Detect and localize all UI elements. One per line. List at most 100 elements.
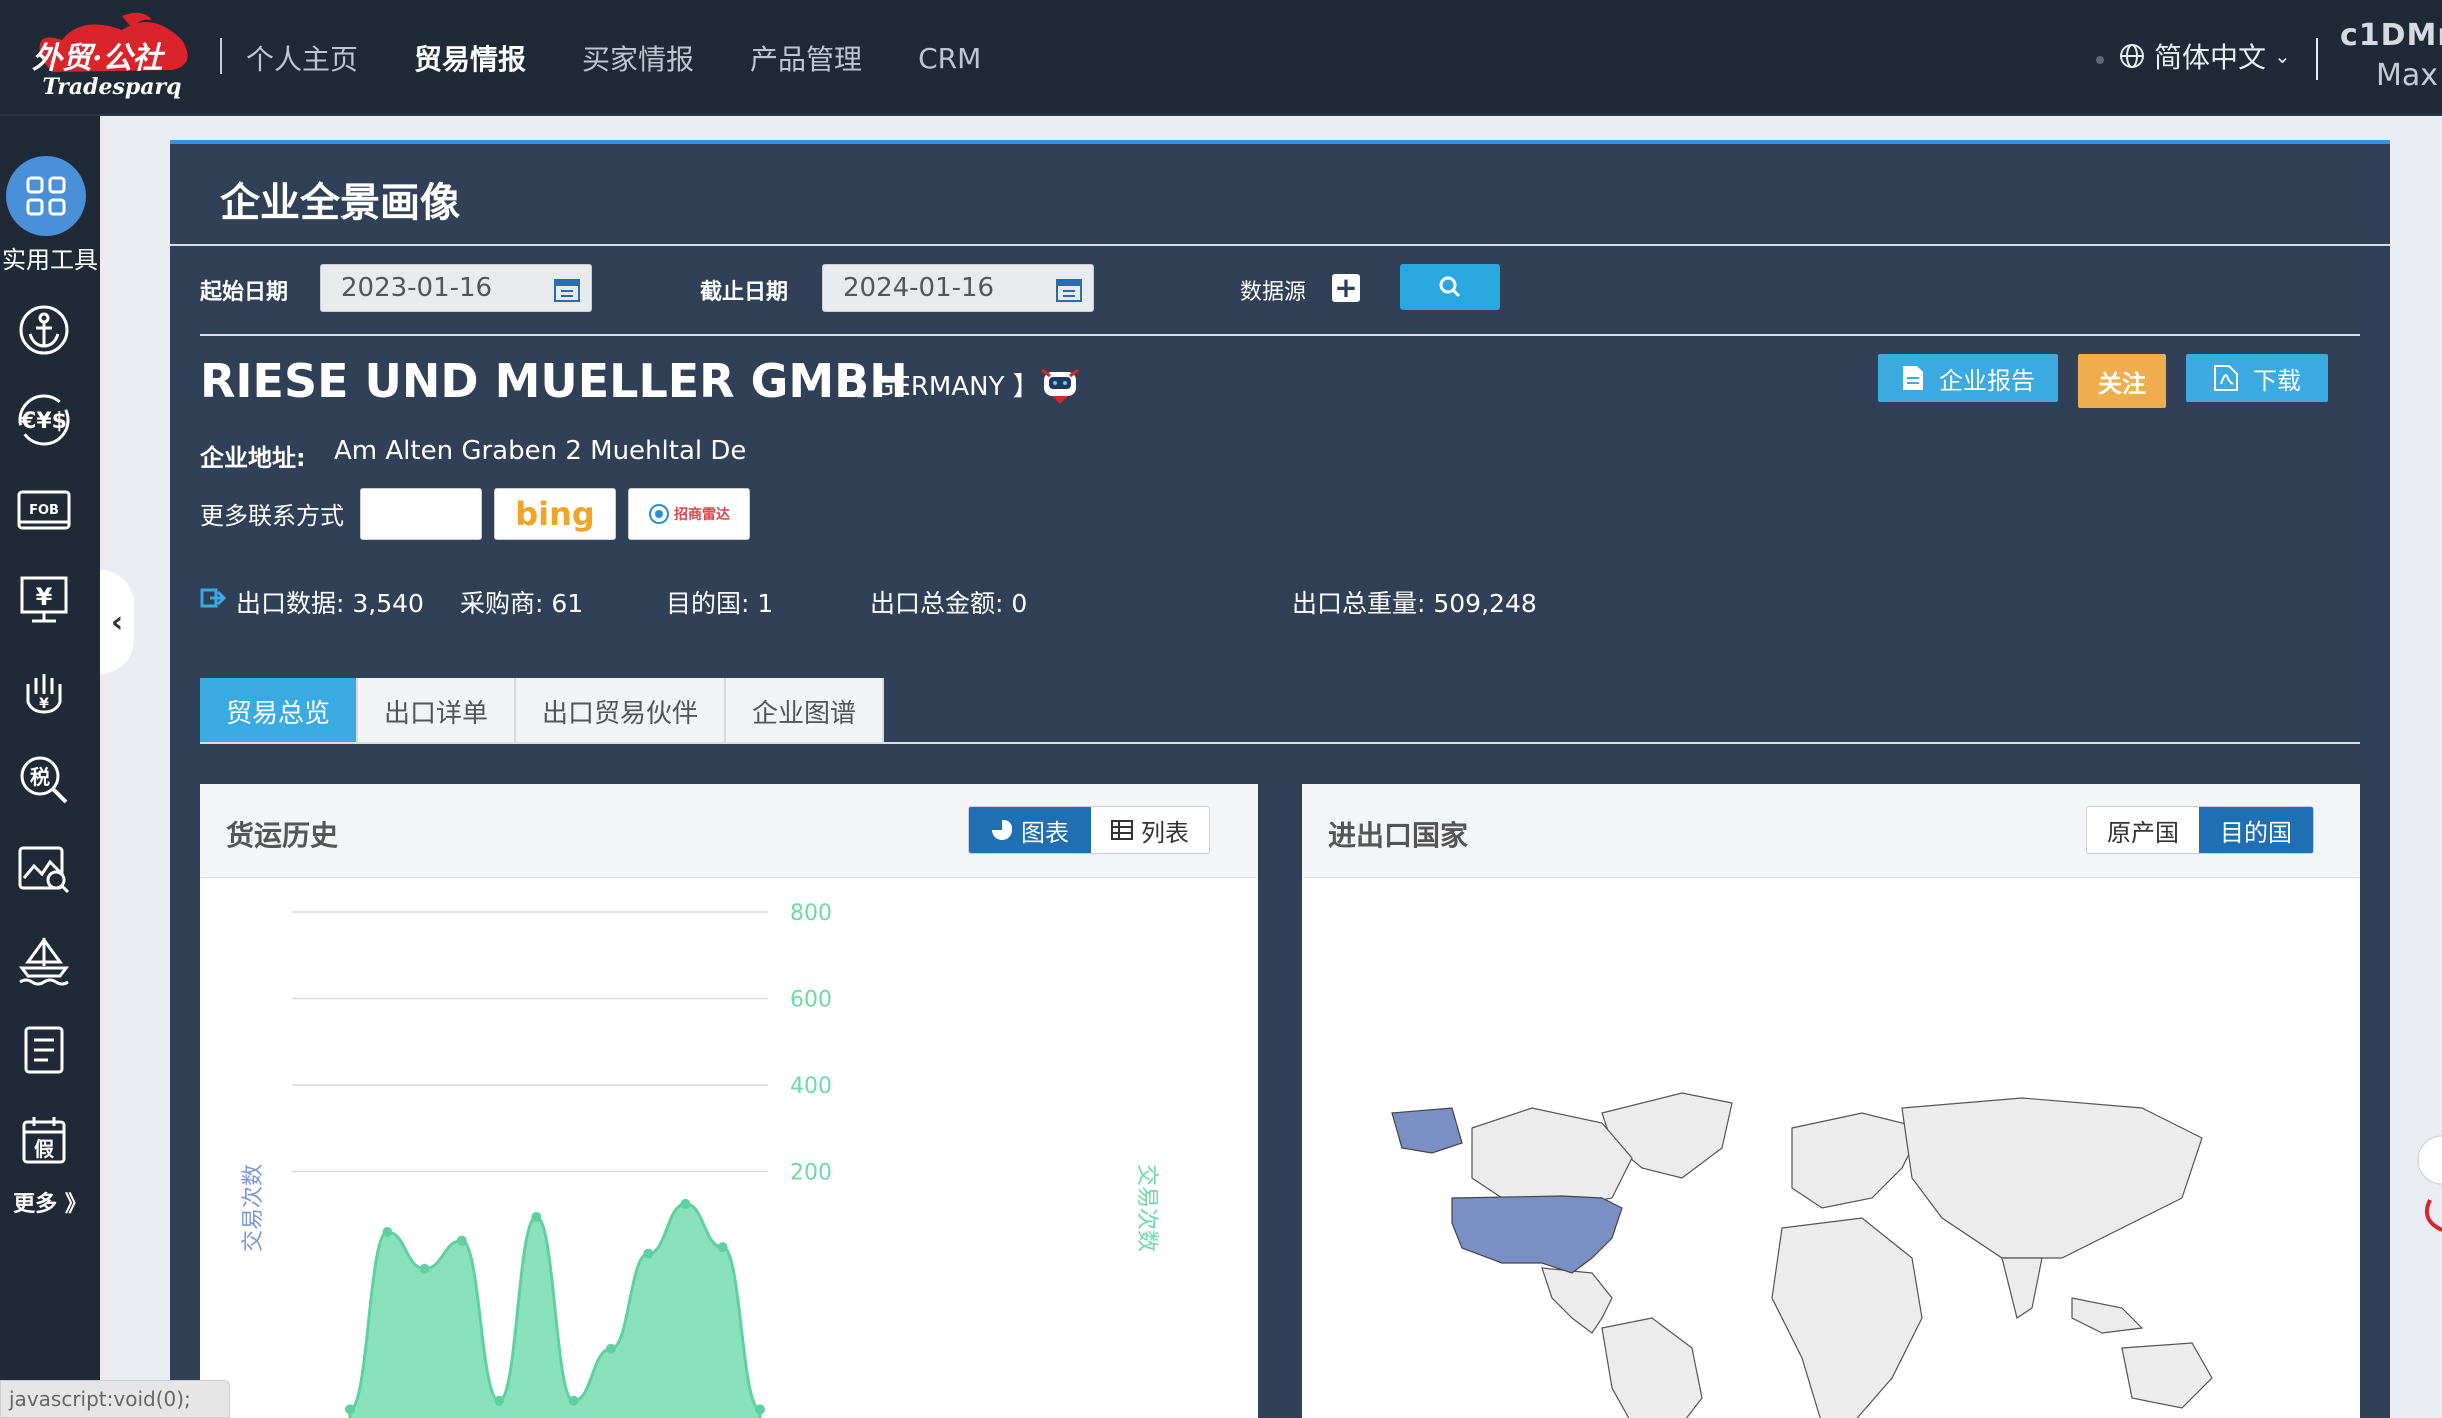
data-point[interactable] — [755, 1404, 765, 1415]
tax-search-icon[interactable]: 税 — [14, 750, 74, 810]
data-source-label: 数据源 — [1240, 280, 1307, 305]
zhaoshang-radar-link[interactable]: 招商雷达 — [628, 488, 750, 540]
grid-icon — [26, 176, 66, 216]
map-asia — [1901, 1097, 2203, 1259]
document-list-icon[interactable] — [14, 1020, 74, 1080]
tab-trade-overview[interactable]: 贸易总览 — [200, 678, 359, 744]
calendar-icon[interactable] — [553, 275, 581, 303]
tab-bar: 贸易总览 出口详单 出口贸易伙伴 企业图谱 — [200, 678, 885, 744]
destination-country-button[interactable]: 目的国 — [2199, 807, 2313, 853]
map-south-america — [1601, 1317, 1703, 1418]
user-id[interactable]: c1DMm — [2340, 18, 2442, 53]
y-tick-label: 400 — [790, 1074, 832, 1099]
end-date-input[interactable]: 2024-01-16 — [822, 264, 1094, 312]
main-nav: 个人主页 贸易情报 买家情报 产品管理 CRM — [246, 0, 1037, 116]
data-point[interactable] — [345, 1404, 355, 1415]
divider — [170, 244, 2390, 246]
sidebar-more-link[interactable]: 更多 》 — [0, 1186, 100, 1218]
list-view-label: 列表 — [1141, 818, 1189, 847]
shipment-history-chart: 200 400 600 800 交易次数 交易次数 — [241, 901, 1159, 1418]
bing-search-link[interactable]: bing — [494, 488, 616, 540]
calendar-icon[interactable] — [1055, 275, 1083, 303]
company-report-label: 企业报告 — [1939, 366, 2035, 395]
divider — [200, 742, 2360, 744]
nav-item-buyer-intel[interactable]: 买家情报 — [582, 38, 694, 78]
nav-item-product-mgmt[interactable]: 产品管理 — [750, 38, 862, 78]
sidebar-collapse-toggle[interactable]: ‹ — [100, 570, 134, 674]
tab-company-graph[interactable]: 企业图谱 — [726, 678, 885, 744]
data-point[interactable] — [605, 1343, 616, 1354]
map-southeast-asia — [2071, 1297, 2144, 1334]
data-point[interactable] — [456, 1235, 467, 1246]
data-point[interactable] — [680, 1198, 691, 1209]
origin-country-button[interactable]: 原产国 — [2087, 807, 2199, 853]
map-mexico — [1541, 1267, 1613, 1334]
anchor-icon[interactable] — [14, 300, 74, 360]
card-title: 进出口国家 — [1328, 819, 1469, 852]
globe-icon — [2120, 44, 2144, 68]
monitor-yuan-icon[interactable]: ¥ — [14, 570, 74, 630]
svg-text:¥: ¥ — [39, 696, 49, 712]
download-button[interactable]: 下载 — [2186, 354, 2328, 402]
country-type-toggle: 原产国 目的国 — [2086, 806, 2314, 854]
language-selector[interactable]: 简体中文 ⌄ — [2118, 36, 2291, 76]
data-point[interactable] — [419, 1263, 430, 1274]
y-tick-label: 600 — [790, 988, 832, 1013]
table-icon — [1111, 820, 1133, 840]
start-date-input[interactable]: 2023-01-16 — [320, 264, 592, 312]
add-data-source-icon[interactable]: + — [1332, 274, 1360, 302]
company-name: RIESE UND MUELLER GMBH — [200, 354, 908, 408]
hand-yuan-icon[interactable]: ¥ — [14, 660, 74, 720]
ship-icon[interactable] — [14, 930, 74, 990]
list-view-button[interactable]: 列表 — [1091, 807, 1209, 853]
logo-wordmark: Tradesparq — [42, 74, 182, 100]
more-contacts-label: 更多联系方式 — [200, 502, 344, 530]
robot-icon[interactable] — [1038, 362, 1082, 406]
data-point[interactable] — [382, 1227, 393, 1238]
card-header: 进出口国家 原产国 目的国 — [1302, 784, 2360, 878]
nav-item-trade-intel[interactable]: 贸易情报 — [414, 38, 526, 78]
y-axis-left-label: 交易次数 — [241, 1164, 266, 1252]
nav-divider — [220, 38, 222, 74]
end-date-value: 2024-01-16 — [843, 273, 995, 303]
sidebar: 实用工具 €¥$ FOB ¥ ¥ 税 假 更多 》 — [0, 116, 100, 1418]
search-icon — [1439, 276, 1461, 298]
chart-y-ticks: 200 400 600 800 — [790, 901, 832, 1186]
tab-export-partners[interactable]: 出口贸易伙伴 — [516, 678, 727, 744]
import-export-countries-card: 进出口国家 原产国 目的国 — [1302, 784, 2360, 1418]
chat-assistant-icon[interactable] — [2410, 1130, 2442, 1250]
holiday-calendar-icon[interactable]: 假 — [14, 1110, 74, 1170]
stat-destinations: 目的国: 1 — [666, 589, 774, 618]
map-europe — [1791, 1112, 1923, 1209]
data-point[interactable] — [531, 1211, 542, 1222]
data-point[interactable] — [568, 1395, 579, 1406]
map-africa — [1771, 1217, 1923, 1418]
company-report-button[interactable]: 企业报告 — [1878, 354, 2058, 402]
svg-text:€¥$: €¥$ — [20, 409, 67, 434]
data-point[interactable] — [494, 1395, 505, 1406]
nav-item-home[interactable]: 个人主页 — [246, 38, 358, 78]
map-india — [2001, 1257, 2043, 1319]
tools-button[interactable] — [6, 156, 86, 236]
enterprise-profile-panel: 企业全景画像 起始日期 2023-01-16 截止日期 2024-01-16 数… — [170, 140, 2390, 1418]
start-date-label: 起始日期 — [200, 280, 289, 305]
chart-view-button[interactable]: 图表 — [969, 807, 1091, 853]
search-button[interactable] — [1400, 264, 1500, 310]
notification-dot — [2096, 56, 2104, 64]
fob-icon[interactable]: FOB — [14, 480, 74, 540]
data-point[interactable] — [717, 1242, 728, 1253]
nav-item-crm[interactable]: CRM — [918, 42, 981, 75]
language-label: 简体中文 — [2154, 41, 2267, 74]
user-name[interactable]: Max — [2376, 58, 2438, 93]
tab-export-details[interactable]: 出口详单 — [358, 678, 517, 744]
card-header: 货运历史 图表 列表 — [200, 784, 1258, 878]
document-icon — [1903, 366, 1923, 390]
stat-buyers: 采购商: 61 — [460, 589, 584, 618]
address-label: 企业地址: — [200, 444, 306, 472]
follow-button[interactable]: 关注 — [2078, 354, 2166, 408]
pie-chart-icon — [992, 820, 1012, 840]
google-search-link[interactable]: Google — [360, 488, 482, 540]
data-point[interactable] — [643, 1248, 654, 1259]
currency-exchange-icon[interactable]: €¥$ — [14, 390, 74, 450]
image-search-icon[interactable] — [14, 840, 74, 900]
